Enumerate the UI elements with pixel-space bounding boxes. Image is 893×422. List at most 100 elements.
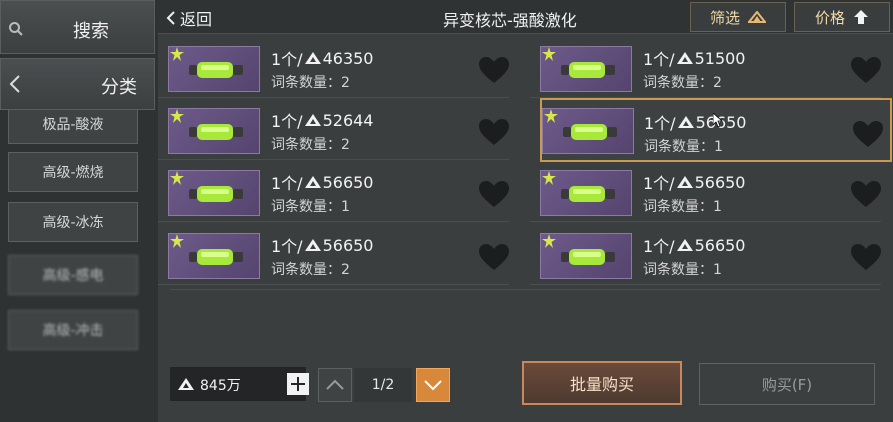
favorite-heart-icon[interactable] bbox=[850, 243, 882, 271]
category-item-impact[interactable]: 高级-冲击 bbox=[8, 310, 138, 350]
favorite-heart-icon[interactable] bbox=[478, 56, 510, 84]
acid-core-icon bbox=[189, 249, 243, 265]
listing-price: 1个/ 52644 bbox=[271, 110, 374, 132]
listing-card[interactable]: 1个/ 56650 词条数量：1 bbox=[530, 225, 881, 285]
currency-icon bbox=[676, 239, 693, 251]
acid-core-icon bbox=[561, 62, 615, 78]
price-sort-button[interactable]: 价格 bbox=[794, 2, 890, 32]
filter-triangle-icon bbox=[748, 11, 766, 23]
plus-icon bbox=[291, 377, 305, 391]
price-sort-label: 价格 bbox=[814, 8, 845, 27]
back-button[interactable]: 返回 bbox=[166, 6, 212, 30]
category-item-burn[interactable]: 高级-燃烧 bbox=[8, 152, 138, 192]
currency-icon bbox=[676, 176, 693, 188]
burst-icon bbox=[170, 171, 184, 185]
price-value: 56650 bbox=[322, 235, 374, 255]
affix-count: 词条数量：1 bbox=[644, 139, 723, 155]
acid-core-icon bbox=[189, 62, 243, 78]
affix-count: 词条数量：1 bbox=[643, 262, 722, 278]
item-thumbnail bbox=[168, 108, 260, 154]
listing-price: 1个/ 56650 bbox=[643, 172, 746, 194]
item-thumbnail bbox=[168, 170, 260, 216]
item-thumbnail bbox=[542, 108, 634, 154]
favorite-heart-icon[interactable] bbox=[478, 118, 510, 146]
divider bbox=[170, 289, 880, 290]
burst-icon bbox=[170, 234, 184, 248]
listing-grid: 1个/ 46350 词条数量：2 1个/ 51500 词条数量：2 1个/ 52… bbox=[158, 34, 893, 289]
listing-price: 1个/ 56650 bbox=[271, 172, 374, 194]
item-thumbnail bbox=[168, 46, 260, 92]
favorite-heart-icon[interactable] bbox=[852, 120, 884, 148]
bottom-bar: 845万 1/2 批量购买 购买(F) bbox=[158, 289, 893, 422]
search-button[interactable]: 搜索 bbox=[0, 0, 155, 54]
page-next-button[interactable] bbox=[416, 368, 450, 402]
bulk-buy-button[interactable]: 批量购买 bbox=[522, 361, 682, 405]
currency-icon bbox=[304, 176, 321, 188]
add-currency-button[interactable] bbox=[287, 373, 309, 395]
acid-core-icon bbox=[563, 124, 617, 140]
listing-card[interactable]: 1个/ 46350 词条数量：2 bbox=[158, 38, 509, 98]
currency-icon bbox=[178, 378, 194, 390]
burst-icon bbox=[542, 47, 556, 61]
page-prev-button[interactable] bbox=[318, 368, 352, 402]
favorite-heart-icon[interactable] bbox=[850, 180, 882, 208]
item-thumbnail bbox=[540, 170, 632, 216]
sidebar: 搜索 分类 极品-酸液 高级-燃烧 高级-冰冻 高级-感电 高级-冲击 bbox=[0, 0, 158, 422]
category-list[interactable]: 极品-酸液 高级-燃烧 高级-冰冻 高级-感电 高级-冲击 bbox=[0, 110, 158, 410]
listing-card[interactable]: 1个/ 56650 词条数量：2 bbox=[158, 225, 509, 285]
price-value: 51500 bbox=[694, 48, 746, 68]
price-value: 56650 bbox=[322, 172, 374, 192]
burst-icon bbox=[544, 109, 558, 123]
favorite-heart-icon[interactable] bbox=[478, 180, 510, 208]
affix-count: 词条数量：1 bbox=[271, 199, 350, 215]
item-thumbnail bbox=[168, 233, 260, 279]
listing-card[interactable]: 1个/ 51500 词条数量：2 bbox=[530, 38, 881, 98]
listing-price: 1个/ 56650 bbox=[271, 235, 374, 257]
chevron-up-icon bbox=[326, 379, 344, 390]
listing-price: 1个/ 56650 bbox=[643, 235, 746, 257]
buy-button[interactable]: 购买(F) bbox=[699, 363, 875, 405]
listing-price: 1个/ 51500 bbox=[643, 48, 746, 70]
acid-core-icon bbox=[189, 124, 243, 140]
affix-count: 词条数量：2 bbox=[271, 137, 350, 153]
acid-core-icon bbox=[561, 186, 615, 202]
item-thumbnail bbox=[540, 46, 632, 92]
item-thumbnail bbox=[540, 233, 632, 279]
arrow-up-icon bbox=[854, 10, 868, 24]
burst-icon bbox=[170, 47, 184, 61]
favorite-heart-icon[interactable] bbox=[478, 243, 510, 271]
category-item-shock[interactable]: 高级-感电 bbox=[8, 255, 138, 295]
currency-balance: 845万 bbox=[170, 367, 309, 401]
listing-card-selected[interactable]: 1个/ 56650 词条数量：1 bbox=[540, 98, 892, 162]
favorite-heart-icon[interactable] bbox=[850, 56, 882, 84]
acid-core-icon bbox=[189, 186, 243, 202]
category-item-acid[interactable]: 极品-酸液 bbox=[8, 110, 138, 144]
currency-icon bbox=[304, 114, 321, 126]
category-item-freeze[interactable]: 高级-冰冻 bbox=[8, 202, 138, 242]
listing-card[interactable]: 1个/ 56650 词条数量：1 bbox=[158, 162, 509, 222]
burst-icon bbox=[170, 109, 184, 123]
chevron-down-icon bbox=[424, 380, 442, 391]
page-indicator: 1/2 bbox=[354, 368, 412, 402]
search-icon bbox=[9, 22, 23, 36]
acid-core-icon bbox=[561, 249, 615, 265]
price-value: 56650 bbox=[694, 172, 746, 192]
filter-button[interactable]: 筛选 bbox=[690, 2, 786, 32]
burst-icon bbox=[542, 234, 556, 248]
top-bar: 返回 异变核芯-强酸激化 筛选 价格 bbox=[158, 0, 893, 34]
category-button[interactable]: 分类 bbox=[0, 58, 155, 110]
chevron-left-icon bbox=[9, 75, 20, 93]
affix-count: 词条数量：2 bbox=[271, 75, 350, 91]
currency-icon bbox=[304, 239, 321, 251]
affix-count: 词条数量：2 bbox=[643, 75, 722, 91]
affix-count: 词条数量：2 bbox=[271, 262, 350, 278]
price-value: 46350 bbox=[322, 48, 374, 68]
chevron-left-icon bbox=[166, 11, 175, 25]
category-label: 分类 bbox=[101, 77, 137, 98]
listing-card[interactable]: 1个/ 56650 词条数量：1 bbox=[530, 162, 881, 222]
search-label: 搜索 bbox=[73, 21, 109, 42]
currency-icon bbox=[304, 52, 321, 64]
price-value: 56650 bbox=[694, 235, 746, 255]
page-title: 异变核芯-强酸激化 bbox=[443, 11, 577, 30]
listing-card[interactable]: 1个/ 52644 词条数量：2 bbox=[158, 100, 509, 160]
